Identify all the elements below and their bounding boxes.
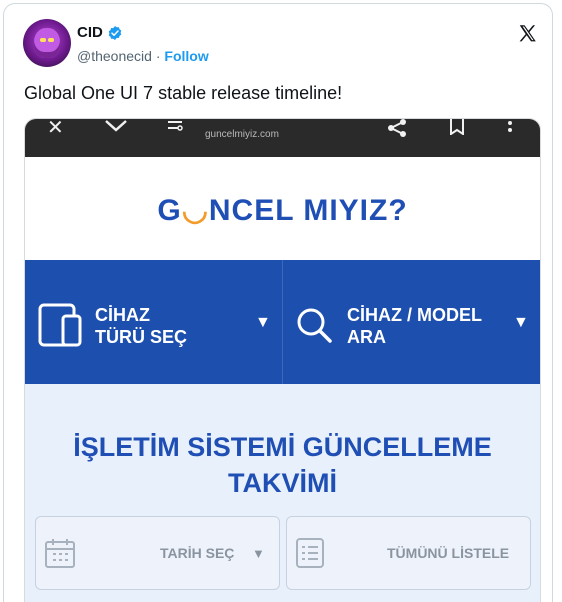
bookmark-icon [450, 119, 464, 135]
page-settings-icon [168, 121, 183, 131]
date-select-label: TARİH SEÇ [160, 545, 235, 561]
list-all-label: TÜMÜNÜ LİSTELE [387, 545, 510, 561]
logo-part-1: G [157, 194, 182, 227]
post-card: CID @theonecid · Follow Global One UI 7 … [3, 3, 553, 602]
author-name[interactable]: CID [77, 24, 103, 41]
browser-url: guncelmiyiz.com [205, 129, 279, 140]
author-handle[interactable]: @theonecid [77, 48, 152, 64]
follow-button[interactable]: Follow [164, 48, 208, 64]
logo-smile: ◡ [181, 194, 209, 227]
device-type-arrow[interactable]: ▼ [255, 314, 271, 332]
avatar[interactable] [23, 19, 71, 67]
verified-badge-icon [108, 26, 122, 40]
device-type-line1: CİHAZ [95, 305, 150, 325]
device-search-arrow[interactable]: ▼ [513, 314, 529, 332]
nav-divider [282, 260, 283, 384]
x-logo-icon[interactable] [517, 23, 539, 45]
avatar-face [34, 28, 60, 58]
calendar-title: İŞLETİM SİSTEMİ GÜNCELLEME TAKVİMİ [25, 429, 540, 501]
list-icon [296, 538, 324, 568]
device-model-search[interactable]: CİHAZ / MODEL ARA [347, 304, 482, 348]
site-header: G◡NCEL MIYIZ? [25, 157, 540, 260]
site-nav: CİHAZ TÜRÜ SEÇ ▼ CİHAZ / MODEL ARA ▼ [25, 260, 540, 384]
site-logo[interactable]: G◡NCEL MIYIZ? [25, 193, 540, 228]
close-icon: ✕ [47, 118, 64, 139]
avatar-eye-right [48, 38, 54, 42]
handle-line: @theonecid · Follow [77, 48, 209, 64]
device-search-line2: ARA [347, 327, 386, 347]
device-type-line2: TÜRÜ SEÇ [95, 327, 188, 347]
separator-dot: · [155, 48, 161, 64]
date-select-field[interactable]: TARİH SEÇ ▼ [35, 516, 280, 590]
date-select-arrow: ▼ [252, 546, 265, 561]
browser-toolbar: ✕ guncelmiyiz.com [25, 119, 540, 157]
share-icon [388, 119, 406, 137]
calendar-title-line1: İŞLETİM SİSTEMİ GÜNCELLEME [73, 432, 492, 462]
calendar-icon [45, 539, 75, 568]
update-calendar-section: İŞLETİM SİSTEMİ GÜNCELLEME TAKVİMİ TARİH… [25, 384, 540, 602]
search-icon [297, 308, 332, 343]
more-icon [508, 121, 512, 132]
device-search-line1: CİHAZ / MODEL [347, 305, 482, 325]
tablet-phone-icon [38, 303, 82, 347]
avatar-eye-left [40, 38, 46, 42]
chevron-down-icon [105, 120, 127, 132]
device-type-select[interactable]: CİHAZ TÜRÜ SEÇ [95, 304, 187, 348]
calendar-title-line2: TAKVİMİ [228, 468, 337, 498]
list-all-field[interactable]: TÜMÜNÜ LİSTELE [286, 516, 531, 590]
logo-part-2: NCEL MIYIZ? [208, 194, 408, 227]
tweet-text: Global One UI 7 stable release timeline! [24, 83, 343, 103]
tweet-image[interactable]: ✕ guncelmiyiz.com G◡NCEL MIYIZ? CİHAZ TÜ… [24, 118, 541, 602]
